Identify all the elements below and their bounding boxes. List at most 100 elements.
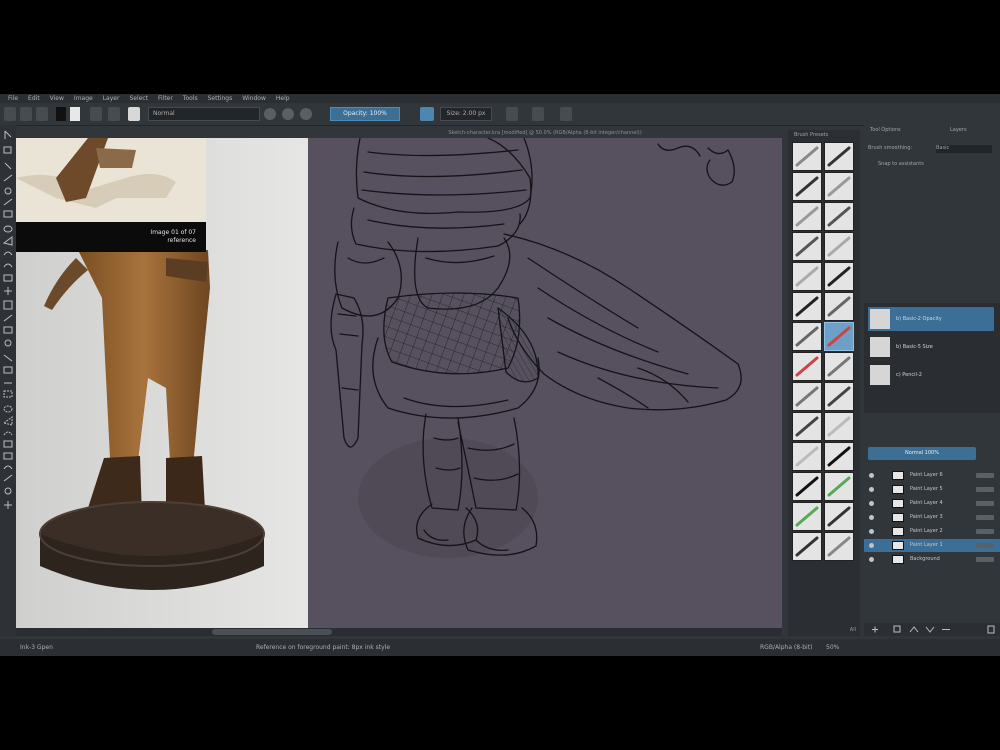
brush-preset-tile[interactable] xyxy=(792,232,822,261)
magnetic-select-icon[interactable] xyxy=(3,474,13,482)
layer-row[interactable]: Paint Layer 6 xyxy=(864,469,1000,482)
duplicate-layer-icon[interactable] xyxy=(893,625,901,633)
brush-preset-tile[interactable] xyxy=(792,532,822,561)
brush-preset-tile[interactable] xyxy=(824,412,854,441)
dynamic-brush-icon[interactable] xyxy=(3,274,13,282)
brush-preset-tile[interactable] xyxy=(792,292,822,321)
brush-preset-tile[interactable] xyxy=(824,262,854,291)
layer-lock-alpha-icon[interactable] xyxy=(976,473,994,478)
text-tool-icon[interactable] xyxy=(3,146,12,154)
visibility-eye-icon[interactable] xyxy=(869,557,874,562)
menu-help[interactable]: Help xyxy=(276,94,290,103)
brush-preset-tile[interactable] xyxy=(792,412,822,441)
similar-select-icon[interactable] xyxy=(3,452,13,460)
brush-preset-tile[interactable] xyxy=(824,352,854,381)
brush-preset-tile[interactable] xyxy=(792,142,822,171)
visibility-eye-icon[interactable] xyxy=(869,543,874,548)
brush-preset-tile[interactable] xyxy=(792,322,822,351)
pattern-icon[interactable] xyxy=(108,107,120,121)
reload-preset-icon[interactable] xyxy=(300,108,312,120)
menu-file[interactable]: File xyxy=(8,94,18,103)
calligraphy-icon[interactable] xyxy=(4,187,12,195)
preserve-alpha-icon[interactable] xyxy=(282,108,294,120)
zoom-tool-icon[interactable] xyxy=(4,487,12,495)
assistant-tool-icon[interactable] xyxy=(3,366,13,374)
brush-preset-tile[interactable] xyxy=(824,142,854,171)
mirror-horizontal-icon[interactable] xyxy=(506,107,518,121)
colorpicker-icon[interactable] xyxy=(4,339,12,347)
bezier-tool-icon[interactable] xyxy=(3,251,13,256)
blend-mode-select[interactable]: Normal xyxy=(148,107,260,121)
size-slider[interactable]: Size: 2.00 px xyxy=(440,107,492,121)
layer-row[interactable]: Paint Layer 1 xyxy=(864,539,1000,552)
menu-filter[interactable]: Filter xyxy=(158,94,173,103)
add-layer-icon[interactable] xyxy=(872,626,878,633)
rect-select-icon[interactable] xyxy=(3,390,13,398)
bezier-select-icon[interactable] xyxy=(3,465,13,470)
freehand-brush-icon[interactable] xyxy=(3,174,13,182)
menu-window[interactable]: Window xyxy=(242,94,266,103)
visibility-eye-icon[interactable] xyxy=(869,501,874,506)
save-document-icon[interactable] xyxy=(36,107,48,121)
brush-preset-tile[interactable] xyxy=(824,202,854,231)
layer-lock-alpha-icon[interactable] xyxy=(976,529,994,534)
brush-preset-tile[interactable] xyxy=(824,532,854,561)
freehand-path-icon[interactable] xyxy=(3,263,13,268)
visibility-eye-icon[interactable] xyxy=(869,529,874,534)
brush-preset-tile[interactable] xyxy=(792,472,822,501)
line-tool-icon[interactable] xyxy=(3,198,13,206)
layer-row[interactable]: Paint Layer 5 xyxy=(864,483,1000,496)
tab-tool-options[interactable]: Tool Options xyxy=(870,125,901,135)
status-zoom[interactable]: 50% xyxy=(826,639,839,656)
visibility-eye-icon[interactable] xyxy=(869,473,874,478)
brush-preset-tile[interactable] xyxy=(824,382,854,411)
move-layer-up-icon[interactable] xyxy=(909,626,919,633)
layer-lock-alpha-icon[interactable] xyxy=(976,487,994,492)
open-document-icon[interactable] xyxy=(20,107,32,121)
layer-lock-alpha-icon[interactable] xyxy=(976,543,994,548)
brush-preset-tile[interactable] xyxy=(824,442,854,471)
brush-preset-tile[interactable] xyxy=(824,172,854,201)
recent-brush-item[interactable]: c) Pencil-2 xyxy=(868,363,994,387)
menu-image[interactable]: Image xyxy=(74,94,93,103)
background-color-swatch[interactable] xyxy=(70,107,80,121)
brush-preset-tile[interactable] xyxy=(792,202,822,231)
menu-tools[interactable]: Tools xyxy=(183,94,198,103)
pan-tool-icon[interactable] xyxy=(4,501,12,509)
new-document-icon[interactable] xyxy=(4,107,16,121)
fill-tool-icon[interactable] xyxy=(3,354,13,362)
size-lock-icon[interactable] xyxy=(420,107,434,121)
mirror-vertical-icon[interactable] xyxy=(532,107,544,121)
menu-settings[interactable]: Settings xyxy=(208,94,233,103)
eraser-mode-icon[interactable] xyxy=(264,108,276,120)
layer-lock-alpha-icon[interactable] xyxy=(976,515,994,520)
brush-preset-tile[interactable] xyxy=(792,502,822,531)
brush-preset-tile[interactable] xyxy=(824,292,854,321)
brush-smoothing-select[interactable]: Basic xyxy=(936,145,992,153)
ellipse-select-icon[interactable] xyxy=(3,405,13,413)
snap-assistants-checkbox[interactable]: Snap to assistants xyxy=(878,161,924,167)
brush-preset-tile[interactable] xyxy=(824,232,854,261)
visibility-eye-icon[interactable] xyxy=(869,515,874,520)
move-tool-icon[interactable] xyxy=(4,287,12,295)
brush-preset-tile[interactable] xyxy=(792,442,822,471)
layer-row[interactable]: Paint Layer 2 xyxy=(864,525,1000,538)
brush-preset-tile[interactable] xyxy=(792,352,822,381)
layer-blend-opacity[interactable]: Normal 100% xyxy=(868,447,976,460)
layer-row[interactable]: Paint Layer 4 xyxy=(864,497,1000,510)
polygon-select-icon[interactable] xyxy=(2,416,13,426)
menu-select[interactable]: Select xyxy=(129,94,148,103)
opacity-slider[interactable]: Opacity: 100% xyxy=(330,107,400,121)
edit-shapes-icon[interactable] xyxy=(4,162,12,170)
polygon-tool-icon[interactable] xyxy=(2,236,13,246)
scrollbar-thumb[interactable] xyxy=(212,629,332,635)
brush-preset-tile[interactable] xyxy=(792,382,822,411)
brush-preset-tile[interactable] xyxy=(792,262,822,291)
canvas-horizontal-scrollbar[interactable] xyxy=(16,628,782,636)
gradient-icon[interactable] xyxy=(90,107,102,121)
wrap-around-icon[interactable] xyxy=(560,107,572,121)
ellipse-tool-icon[interactable] xyxy=(3,225,13,233)
brush-preset-icon[interactable] xyxy=(128,107,140,121)
select-shapes-icon[interactable] xyxy=(4,130,12,139)
recent-brush-item[interactable]: b) Basic-2 Opacity xyxy=(868,307,994,331)
